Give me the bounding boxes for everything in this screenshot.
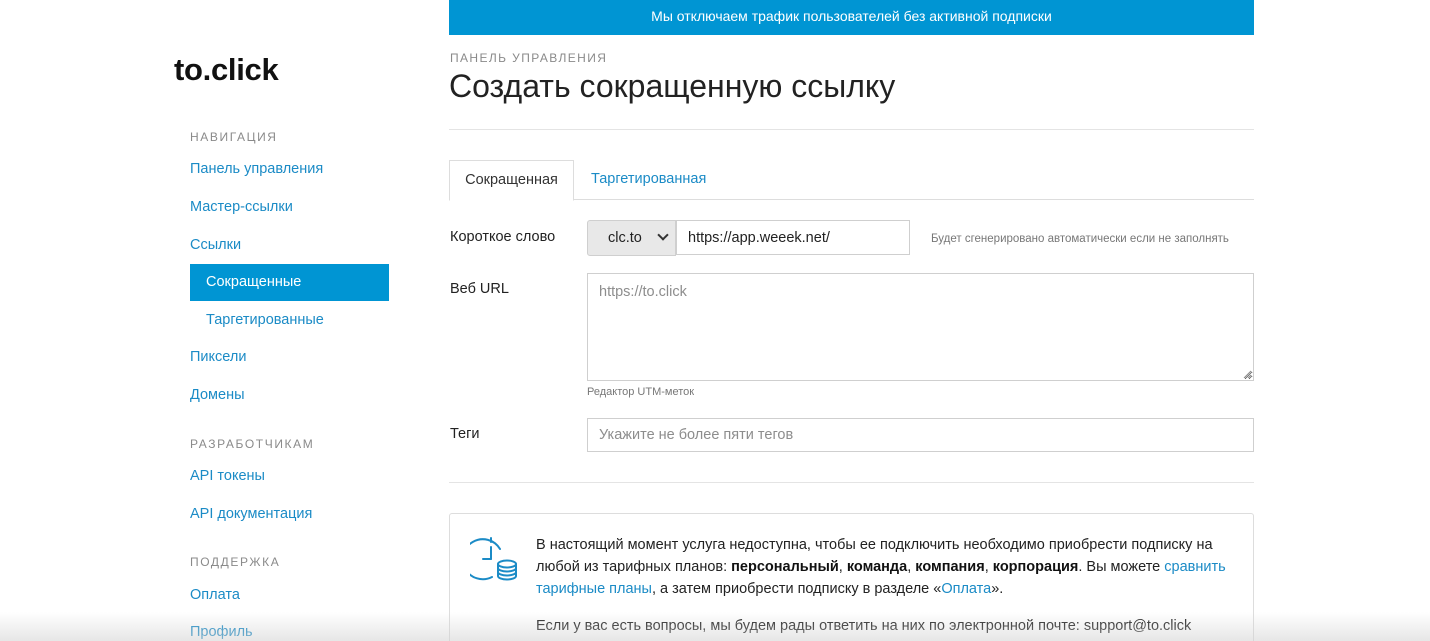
notice-text-part: , а затем приобрести подписку в разделе … [651,581,942,597]
plan-company: компания [915,559,985,575]
form-divider [449,482,1254,483]
chevron-down-icon [657,229,669,241]
notice-sep: , [838,559,847,575]
sidebar-item-pixels[interactable]: Пиксели [190,349,246,365]
clock-coins-icon [470,537,517,581]
breadcrumb: ПАНЕЛЬ УПРАВЛЕНИЯ [450,51,608,65]
notice-text-part: ». [991,581,1004,597]
tab-shortened[interactable]: Сокращенная [449,160,574,201]
sidebar-item-links[interactable]: Ссылки [190,237,241,253]
domain-select[interactable]: clc.to [587,220,676,256]
sidebar-item-master-links[interactable]: Мастер-ссылки [190,199,293,215]
support-heading: ПОДДЕРЖКА [190,555,281,569]
page-title: Создать сокращенную ссылку [449,68,896,104]
plan-team: команда [846,559,908,575]
notice-paragraph-2: Если у вас есть вопросы, мы будем рады о… [536,618,1192,634]
notice-text-part: . Вы можете [1078,559,1165,575]
nav-heading: НАВИГАЦИЯ [190,130,278,144]
resize-grip-icon[interactable] [1243,370,1252,379]
plan-personal: персональный [731,559,839,575]
notice-text: В настоящий момент услуга недоступна, чт… [536,534,1226,637]
short-word-input[interactable] [676,220,910,255]
tags-input[interactable] [587,418,1254,452]
short-word-hint: Будет сгенерировано автоматически если н… [931,233,1229,245]
web-url-label: Веб URL [450,281,509,297]
subscription-banner: Мы отключаем трафик пользователей без ак… [449,0,1254,35]
plan-corporation: корпорация [992,559,1079,575]
sidebar-item-profile[interactable]: Профиль [190,624,253,640]
tab-targeted[interactable]: Таргетированная [591,160,706,200]
sidebar-item-dashboard[interactable]: Панель управления [190,161,323,177]
dev-heading: РАЗРАБОТЧИКАМ [190,437,315,451]
sidebar-item-payment[interactable]: Оплата [190,587,240,603]
domain-select-value: clc.to [608,230,642,246]
sidebar-item-domains[interactable]: Домены [190,387,245,403]
notice-sep: , [984,559,993,575]
subscription-notice: В настоящий момент услуга недоступна, чт… [449,513,1254,641]
utm-editor-hint[interactable]: Редактор UTM-меток [587,386,694,398]
payment-link[interactable]: Оплата [941,581,991,597]
notice-paragraph-1: В настоящий момент услуга недоступна, чт… [536,534,1226,600]
sidebar-item-api-docs[interactable]: API документация [190,506,312,522]
logo[interactable]: to.click [174,52,279,88]
sidebar-item-api-tokens[interactable]: API токены [190,468,265,484]
header-divider [449,129,1254,130]
web-url-textarea[interactable] [587,273,1254,381]
sidebar-item-targeted[interactable]: Таргетированные [206,312,324,328]
short-word-label: Короткое слово [450,229,556,245]
tags-label: Теги [450,426,480,442]
tabs: Сокращенная Таргетированная [449,160,1254,201]
sidebar-item-shortened[interactable]: Сокращенные [190,264,389,301]
